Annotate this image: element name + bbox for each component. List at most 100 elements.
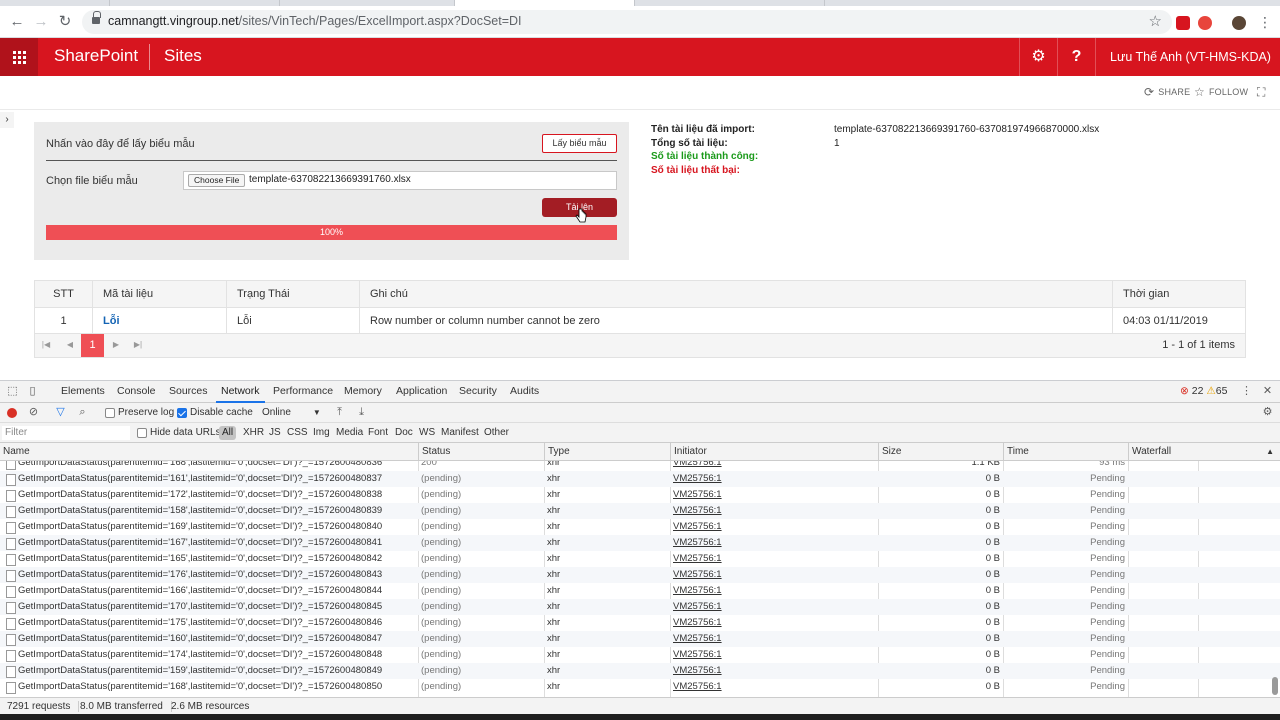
first-page-icon[interactable]: |◀	[39, 338, 53, 352]
tab-performance[interactable]: Performance	[273, 381, 333, 403]
tab-console[interactable]: Console	[117, 381, 156, 403]
row-code[interactable]: Lỗi	[103, 315, 120, 327]
type-filter-ws[interactable]: WS	[419, 426, 435, 440]
request-name[interactable]: GetImportDataStatus(parentitemid='160',l…	[6, 631, 416, 647]
request-name[interactable]: GetImportDataStatus(parentitemid='165',l…	[6, 551, 416, 567]
type-filter-font[interactable]: Font	[368, 426, 388, 440]
column-header[interactable]: STT	[35, 281, 92, 307]
request-initiator[interactable]: VM25756:1	[673, 461, 873, 471]
request-row[interactable]: GetImportDataStatus(parentitemid='159',l…	[0, 663, 1280, 679]
column-header-status[interactable]: Status	[418, 443, 544, 461]
request-name[interactable]: GetImportDataStatus(parentitemid='167',l…	[6, 535, 416, 551]
column-header-name[interactable]: Name	[0, 443, 418, 461]
request-name[interactable]: GetImportDataStatus(parentitemid='166',l…	[6, 583, 416, 599]
next-page-icon[interactable]: ▶	[109, 338, 123, 352]
request-initiator[interactable]: VM25756:1	[673, 519, 873, 535]
request-name[interactable]: GetImportDataStatus(parentitemid='176',l…	[6, 567, 416, 583]
request-name[interactable]: GetImportDataStatus(parentitemid='169',l…	[6, 519, 416, 535]
request-initiator[interactable]: VM25756:1	[673, 679, 873, 695]
throttle-select[interactable]: Online ▼	[262, 407, 321, 418]
request-row[interactable]: GetImportDataStatus(parentitemid='169',l…	[0, 519, 1280, 535]
inspect-element-icon[interactable]: ⬚	[6, 385, 19, 398]
reload-icon[interactable]: ↻	[56, 13, 74, 31]
import-har-icon[interactable]: ⤒	[333, 406, 346, 419]
preserve-log-checkbox[interactable]	[105, 408, 115, 418]
request-row[interactable]: GetImportDataStatus(parentitemid='175',l…	[0, 615, 1280, 631]
column-header-type[interactable]: Type	[544, 443, 670, 461]
request-row[interactable]: GetImportDataStatus(parentitemid='167',l…	[0, 535, 1280, 551]
tab-security[interactable]: Security	[459, 381, 497, 403]
request-name[interactable]: GetImportDataStatus(parentitemid='161',l…	[6, 471, 416, 487]
column-header-time[interactable]: Time	[1003, 443, 1128, 461]
choose-file-button[interactable]: Choose File	[188, 174, 246, 187]
request-name[interactable]: GetImportDataStatus(parentitemid='159',l…	[6, 663, 416, 679]
request-initiator[interactable]: VM25756:1	[673, 583, 873, 599]
request-initiator[interactable]: VM25756:1	[673, 615, 873, 631]
tab-memory[interactable]: Memory	[344, 381, 382, 403]
disable-cache-checkbox[interactable]	[177, 408, 187, 418]
extension-icon[interactable]	[1198, 16, 1212, 30]
request-row[interactable]: GetImportDataStatus(parentitemid='168',l…	[0, 461, 1280, 471]
request-list[interactable]: GetImportDataStatus(parentitemid='168',l…	[0, 461, 1280, 697]
filter-icon[interactable]: ▽	[54, 406, 67, 419]
file-input[interactable]: Choose File template-637082213669391760.…	[183, 171, 617, 190]
type-filter-css[interactable]: CSS	[287, 426, 308, 440]
tab-elements[interactable]: Elements	[61, 381, 105, 403]
request-row[interactable]: GetImportDataStatus(parentitemid='174',l…	[0, 647, 1280, 663]
forward-icon[interactable]: →	[32, 13, 50, 31]
profile-avatar[interactable]	[1232, 16, 1246, 30]
request-row[interactable]: GetImportDataStatus(parentitemid='160',l…	[0, 631, 1280, 647]
type-filter-js[interactable]: JS	[269, 426, 281, 440]
column-header[interactable]: Mã tài liệu	[92, 281, 226, 307]
filter-input[interactable]: Filter	[2, 426, 130, 440]
request-initiator[interactable]: VM25756:1	[673, 535, 873, 551]
request-name[interactable]: GetImportDataStatus(parentitemid='170',l…	[6, 599, 416, 615]
request-initiator[interactable]: VM25756:1	[673, 599, 873, 615]
column-header[interactable]: Trạng Thái	[226, 281, 359, 307]
export-har-icon[interactable]: ⤓	[355, 406, 368, 419]
tab-network[interactable]: Network	[216, 381, 265, 403]
request-initiator[interactable]: VM25756:1	[673, 503, 873, 519]
type-filter-other[interactable]: Other	[484, 426, 509, 440]
request-row[interactable]: GetImportDataStatus(parentitemid='170',l…	[0, 599, 1280, 615]
follow-button[interactable]: ☆ FOLLOW	[1194, 85, 1248, 99]
request-row[interactable]: GetImportDataStatus(parentitemid='165',l…	[0, 551, 1280, 567]
device-toolbar-icon[interactable]: ▯	[26, 385, 39, 398]
prev-page-icon[interactable]: ◀	[63, 338, 77, 352]
app-launcher-icon[interactable]	[0, 38, 38, 76]
type-filter-all[interactable]: All	[219, 426, 237, 440]
share-button[interactable]: ⟳ SHARE	[1144, 85, 1190, 99]
get-template-button[interactable]: Lấy biểu mẫu	[542, 134, 617, 153]
settings-gear-icon[interactable]: ⚙	[1019, 38, 1057, 76]
bookmark-star-icon[interactable]: ☆	[1149, 12, 1162, 30]
request-initiator[interactable]: VM25756:1	[673, 567, 873, 583]
tab-sources[interactable]: Sources	[169, 381, 208, 403]
column-header[interactable]: Ghi chú	[359, 281, 1112, 307]
sites-link[interactable]: Sites	[164, 46, 202, 66]
user-menu[interactable]: Lưu Thế Anh (VT-HMS-KDA)▼	[1095, 38, 1280, 76]
tab-application[interactable]: Application	[396, 381, 447, 403]
request-name[interactable]: GetImportDataStatus(parentitemid='168',l…	[6, 461, 416, 471]
type-filter-media[interactable]: Media	[336, 426, 363, 440]
expand-nav-icon[interactable]: ›	[0, 112, 14, 128]
request-row[interactable]: GetImportDataStatus(parentitemid='158',l…	[0, 503, 1280, 519]
url-text[interactable]: camnangtt.vingroup.net/sites/VinTech/Pag…	[108, 14, 522, 28]
request-row[interactable]: GetImportDataStatus(parentitemid='166',l…	[0, 583, 1280, 599]
type-filter-img[interactable]: Img	[313, 426, 330, 440]
omnibox[interactable]: camnangtt.vingroup.net/sites/VinTech/Pag…	[82, 10, 1172, 34]
request-name[interactable]: GetImportDataStatus(parentitemid='175',l…	[6, 615, 416, 631]
request-initiator[interactable]: VM25756:1	[673, 471, 873, 487]
request-row[interactable]: GetImportDataStatus(parentitemid='172',l…	[0, 487, 1280, 503]
request-initiator[interactable]: VM25756:1	[673, 631, 873, 647]
column-header-initiator[interactable]: Initiator	[670, 443, 878, 461]
request-initiator[interactable]: VM25756:1	[673, 647, 873, 663]
clear-icon[interactable]: ⊘	[27, 406, 40, 419]
type-filter-xhr[interactable]: XHR	[243, 426, 264, 440]
extension-icon[interactable]	[1176, 16, 1190, 30]
request-name[interactable]: GetImportDataStatus(parentitemid='172',l…	[6, 487, 416, 503]
column-header-waterfall[interactable]: Waterfall ▲	[1128, 443, 1280, 461]
column-header-size[interactable]: Size	[878, 443, 1003, 461]
type-filter-manifest[interactable]: Manifest	[441, 426, 479, 440]
issues-counter[interactable]: ⊗ 22 ⚠65	[1180, 381, 1227, 403]
search-icon[interactable]: ⌕	[76, 406, 89, 419]
